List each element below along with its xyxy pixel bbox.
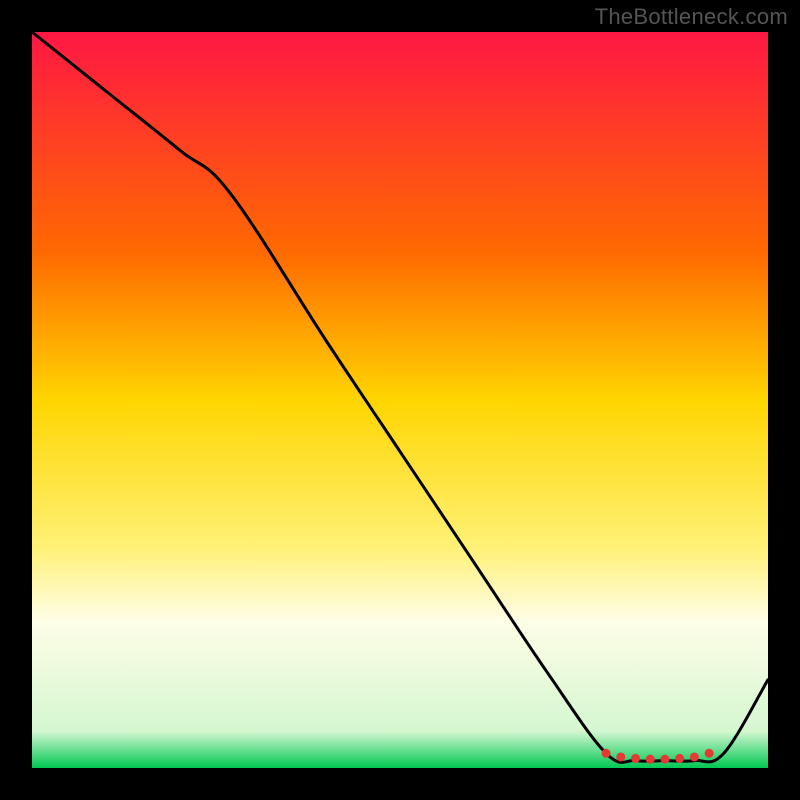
marker-dot [690,752,699,761]
marker-dot [705,749,714,758]
bottleneck-chart [0,0,800,800]
watermark: TheBottleneck.com [595,4,788,30]
chart-container: TheBottleneck.com [0,0,800,800]
marker-dot [646,755,655,764]
marker-dot [675,754,684,763]
marker-dot [631,754,640,763]
marker-dot [660,755,669,764]
marker-dot [602,749,611,758]
marker-dot [616,752,625,761]
plot-background [32,32,768,768]
